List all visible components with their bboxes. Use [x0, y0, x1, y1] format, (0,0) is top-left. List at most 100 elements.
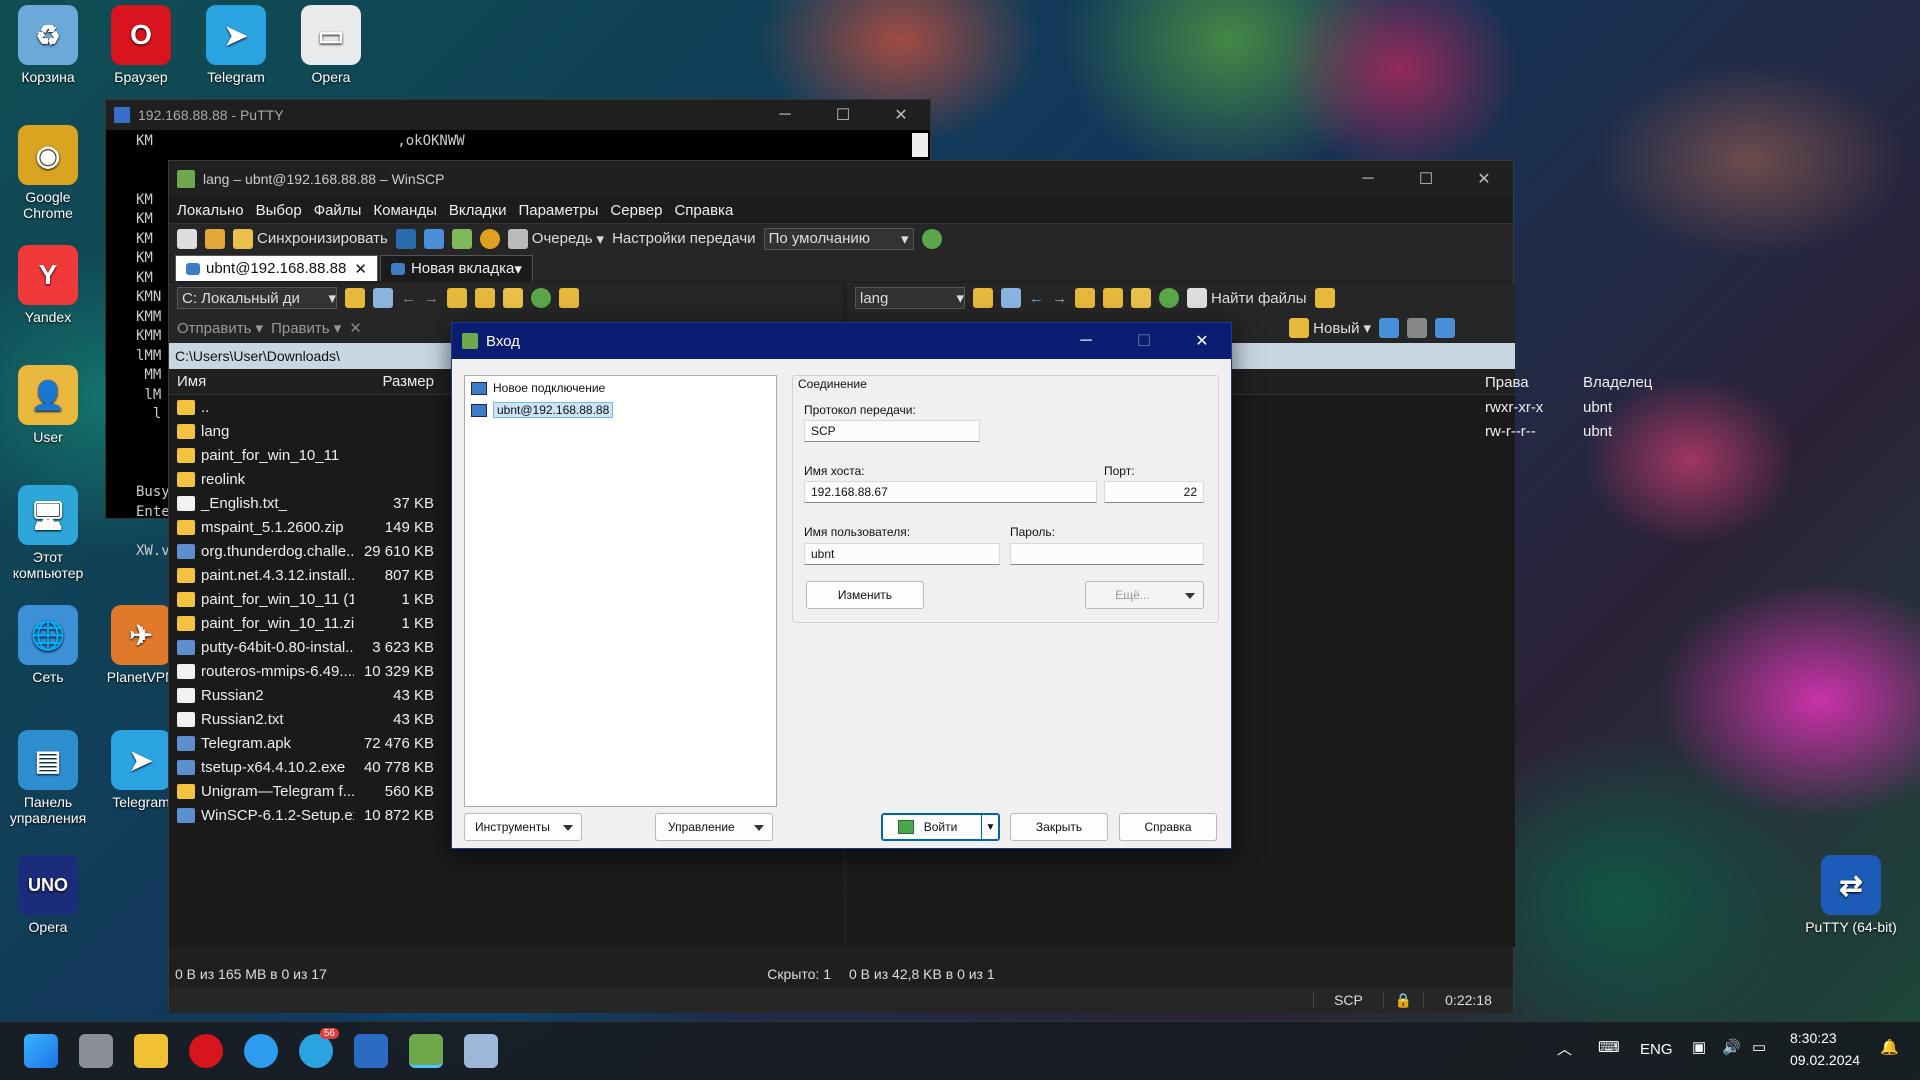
column-owner[interactable]: Владелец	[1583, 374, 1683, 391]
host-input[interactable]: 192.168.88.67	[804, 481, 1097, 503]
putty-taskbar-icon[interactable]	[354, 1034, 388, 1068]
chevron-up-icon[interactable]: ︿	[1557, 1038, 1572, 1059]
parent-folder-icon[interactable]	[447, 288, 467, 308]
close-dialog-button[interactable]: Закрыть	[1010, 813, 1108, 841]
menu-item-2[interactable]: Файлы	[314, 202, 362, 219]
maximize-button[interactable]: ☐	[1397, 169, 1455, 189]
transfer-settings-select[interactable]: По умолчанию ▾	[763, 227, 914, 250]
battery-icon[interactable]: ▭	[1752, 1038, 1766, 1056]
root-folder-icon[interactable]	[475, 288, 495, 308]
volume-icon[interactable]: 🔊	[1722, 1038, 1741, 1056]
column-name[interactable]: Имя	[169, 373, 354, 390]
filter-icon[interactable]	[1001, 288, 1021, 308]
drive-select[interactable]: C: Локальный ди ▾	[177, 287, 337, 309]
close-button[interactable]: ✕	[1455, 169, 1513, 189]
password-input[interactable]	[1010, 543, 1204, 565]
minimize-button[interactable]: ─	[1057, 332, 1115, 350]
menu-item-0[interactable]: Локально	[177, 202, 244, 219]
login-dialog[interactable]: Вход ─ ☐ ✕ Новое подключение ubnt@192.168…	[451, 322, 1232, 849]
home-icon[interactable]	[503, 288, 523, 308]
close-button[interactable]: ✕	[872, 105, 930, 125]
desktop-icon-control-panel[interactable]: ▤ Панель управления	[2, 730, 94, 826]
tools-button[interactable]: Инструменты	[464, 813, 582, 841]
new-button[interactable]: Новый ▾	[1289, 318, 1371, 338]
find-files-button[interactable]: Найти файлы	[1187, 288, 1307, 308]
bookmark-icon[interactable]	[559, 288, 579, 308]
close-tab-icon[interactable]: ✕	[354, 260, 367, 278]
parent-folder-icon[interactable]	[1075, 288, 1095, 308]
menu-item-3[interactable]: Команды	[373, 202, 437, 219]
manage-button[interactable]: Управление	[655, 813, 773, 841]
more-button[interactable]: Ещё...	[1085, 581, 1204, 609]
column-rights[interactable]: Права	[1483, 374, 1583, 391]
desktop-icon-google-chrome[interactable]: ◉ Google Chrome	[2, 125, 94, 221]
console-icon[interactable]	[395, 228, 416, 249]
paint-icon[interactable]	[464, 1034, 498, 1068]
desktop-icon-telegram[interactable]: ➤ Telegram	[190, 5, 282, 85]
desktop-icon-this-pc[interactable]: 🖥 Этот компьютер	[2, 485, 94, 581]
chevron-down-icon[interactable]: ▼	[981, 814, 999, 840]
remote-file-row[interactable]: rw-r--r-- ubnt	[1483, 419, 1693, 443]
transfer-preset-icon[interactable]	[921, 228, 942, 249]
maximize-button[interactable]: ☐	[814, 105, 872, 125]
terminal-scrollbar[interactable]	[912, 133, 928, 157]
clock-time[interactable]: 8:30:23	[1790, 1030, 1837, 1046]
sync-browse-icon[interactable]	[205, 228, 225, 249]
menu-item-7[interactable]: Справка	[674, 202, 733, 219]
desktop-icon-opera-installer[interactable]: ▭ Opera	[285, 5, 377, 85]
opera-icon[interactable]	[189, 1034, 223, 1068]
desktop-icon-uno-opera[interactable]: UNO Opera	[2, 855, 94, 935]
notification-icon[interactable]: 🔔	[1880, 1038, 1899, 1056]
refresh-icon[interactable]	[451, 228, 472, 249]
help-button[interactable]: Справка	[1119, 813, 1217, 841]
file-explorer-icon[interactable]	[134, 1034, 168, 1068]
close-button[interactable]: ✕	[1173, 331, 1231, 351]
delete-icon[interactable]: ✕	[349, 319, 362, 337]
queue-button[interactable]: Очередь ▾	[507, 228, 604, 249]
dialog-titlebar[interactable]: Вход ─ ☐ ✕	[452, 323, 1231, 359]
menu-item-6[interactable]: Сервер	[610, 202, 662, 219]
minus-icon[interactable]	[1407, 318, 1427, 338]
forward-icon[interactable]: →	[1052, 290, 1067, 307]
language-indicator[interactable]: ENG	[1640, 1041, 1673, 1058]
root-folder-icon[interactable]	[1103, 288, 1123, 308]
back-icon[interactable]: ←	[1029, 290, 1044, 307]
remote-file-row[interactable]: rwxr-xr-x ubnt	[1483, 395, 1693, 419]
maximize-button[interactable]: ☐	[1115, 331, 1173, 351]
column-size[interactable]: Размер	[354, 373, 438, 390]
task-view-icon[interactable]	[79, 1034, 113, 1068]
desktop-icon-user-folder[interactable]: 👤 User	[2, 365, 94, 445]
synchronize-button[interactable]: Синхронизировать	[233, 228, 388, 249]
desktop-icon-network[interactable]: 🌐 Сеть	[2, 605, 94, 685]
menu-item-5[interactable]: Параметры	[518, 202, 598, 219]
winscp-titlebar[interactable]: lang – ubnt@192.168.88.88 – WinSCP ─ ☐ ✕	[169, 161, 1513, 197]
menu-item-4[interactable]: Вкладки	[449, 202, 507, 219]
home-icon[interactable]	[1131, 288, 1151, 308]
putty-icon[interactable]	[423, 228, 444, 249]
remote-dir-select[interactable]: lang ▾	[855, 287, 965, 309]
open-folder-icon[interactable]	[345, 288, 365, 308]
clock-date[interactable]: 09.02.2024	[1790, 1052, 1860, 1068]
minimize-button[interactable]: ─	[1339, 170, 1397, 188]
desktop-icon-yandex[interactable]: Y Yandex	[2, 245, 94, 325]
desktop-icon-recycle-bin[interactable]: ♻ Корзина	[2, 5, 94, 85]
network-icon[interactable]: ▣	[1692, 1038, 1706, 1056]
port-input[interactable]: 22	[1104, 481, 1204, 503]
forward-icon[interactable]: →	[424, 290, 439, 307]
settings-gear-icon[interactable]	[479, 228, 500, 249]
site-item[interactable]: ubnt@192.168.88.88	[465, 400, 776, 420]
refresh-icon[interactable]	[531, 288, 551, 308]
winscp-taskbar-icon[interactable]	[409, 1034, 443, 1068]
filter-icon[interactable]	[373, 288, 393, 308]
compare-icon[interactable]	[177, 228, 197, 249]
minimize-button[interactable]: ─	[756, 106, 814, 124]
edit-button[interactable]: Изменить	[806, 581, 924, 609]
desktop-icon-putty-64[interactable]: ⇄ PuTTY (64-bit)	[1805, 855, 1897, 935]
edit-button[interactable]: Править ▾	[271, 319, 341, 337]
refresh-icon[interactable]	[1159, 288, 1179, 308]
start-button[interactable]	[24, 1034, 58, 1068]
telegram-icon[interactable]: 56	[299, 1028, 339, 1068]
back-icon[interactable]: ←	[401, 290, 416, 307]
menu-item-1[interactable]: Выбор	[256, 202, 302, 219]
site-item[interactable]: Новое подключение	[465, 378, 776, 398]
